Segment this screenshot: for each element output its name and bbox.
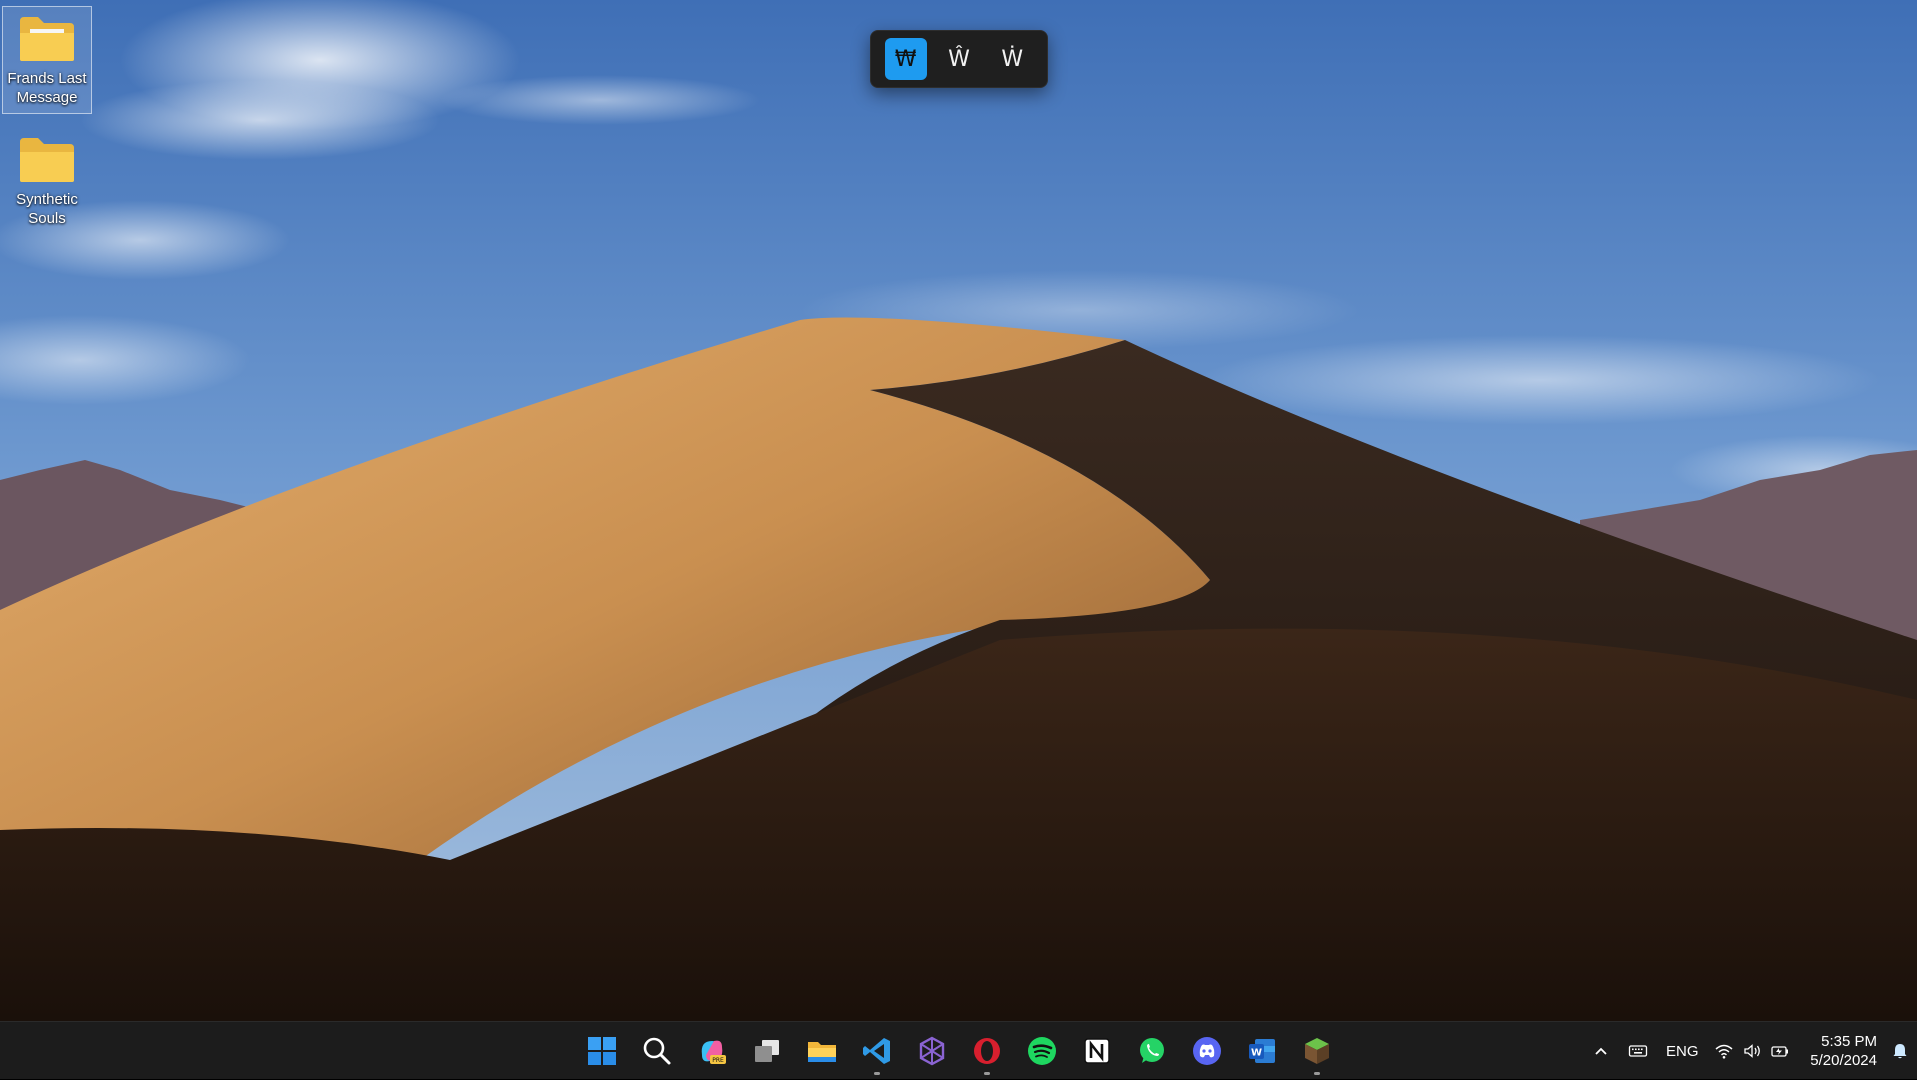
- show-hidden-icons-button[interactable]: [1584, 1031, 1618, 1071]
- obsidian-like-button[interactable]: [910, 1029, 954, 1073]
- input-language-indicator[interactable]: ENG: [1658, 1031, 1706, 1071]
- whatsapp-button[interactable]: [1130, 1029, 1174, 1073]
- clock-time: 5:35 PM: [1821, 1033, 1877, 1050]
- minecraft-button[interactable]: [1295, 1029, 1339, 1075]
- opera-button[interactable]: [965, 1029, 1009, 1075]
- opera-icon: [974, 1038, 1000, 1064]
- file-explorer-icon: [808, 1042, 836, 1062]
- accent-option-w-dot[interactable]: Ẇ: [991, 38, 1033, 80]
- svg-text:W: W: [1251, 1048, 1262, 1059]
- search-button[interactable]: [635, 1029, 679, 1073]
- accent-character-popup: ₩ Ŵ Ẇ: [870, 30, 1048, 88]
- task-view-icon: [755, 1040, 779, 1062]
- minecraft-icon: [1305, 1038, 1329, 1064]
- volume-icon: [1744, 1044, 1761, 1058]
- folder-icon: [20, 138, 74, 182]
- taskbar: PRE W ENG 5:35 PM 5/20/2024: [0, 1021, 1917, 1079]
- notion-button[interactable]: [1075, 1029, 1119, 1073]
- accent-option-w-circumflex[interactable]: Ŵ: [938, 38, 980, 80]
- windows-start-icon: [588, 1037, 616, 1065]
- discord-icon: [1193, 1037, 1221, 1065]
- copilot-pre-icon: PRE: [701, 1040, 726, 1064]
- desktop-folder-synthetic-souls[interactable]: Synthetic Souls: [2, 128, 92, 236]
- battery-charging-icon: [1771, 1046, 1789, 1057]
- copilot-button[interactable]: PRE: [690, 1029, 734, 1073]
- notion-icon: [1084, 1038, 1110, 1064]
- desktop-wallpaper: [0, 0, 1917, 1021]
- desktop-icon-label: Frands Last Message: [7, 70, 87, 106]
- spotify-icon: [1028, 1037, 1056, 1065]
- accent-option-won[interactable]: ₩: [884, 38, 927, 80]
- system-tray: ENG 5:35 PM 5/20/2024: [1584, 1022, 1917, 1080]
- quick-settings-button[interactable]: [1706, 1031, 1798, 1071]
- chevron-up-icon: [1595, 1047, 1607, 1055]
- wifi-icon: [1715, 1044, 1733, 1059]
- keyboard-icon: [1629, 1045, 1648, 1057]
- obsidian-like-icon: [919, 1036, 945, 1066]
- vscode-button[interactable]: [855, 1029, 899, 1075]
- running-indicator: [874, 1072, 880, 1075]
- search-icon: [643, 1037, 671, 1065]
- running-indicator: [984, 1072, 990, 1075]
- desktop-folder-frands-last-message[interactable]: Frands Last Message: [2, 6, 92, 114]
- start-button[interactable]: [580, 1029, 624, 1073]
- spotify-button[interactable]: [1020, 1029, 1064, 1073]
- folder-icon: [20, 17, 74, 61]
- desktop-icon-label: Synthetic Souls: [16, 191, 78, 227]
- discord-button[interactable]: [1185, 1029, 1229, 1073]
- notification-center-button[interactable]: [1883, 1031, 1917, 1071]
- svg-text:PRE: PRE: [712, 1057, 724, 1064]
- word-icon: W: [1249, 1039, 1275, 1063]
- file-explorer-button[interactable]: [800, 1029, 844, 1073]
- vscode-icon: [863, 1038, 890, 1064]
- clock-date: 5/20/2024: [1810, 1052, 1877, 1069]
- whatsapp-icon: [1140, 1038, 1164, 1063]
- task-view-button[interactable]: [745, 1029, 789, 1073]
- taskbar-apps: PRE W: [580, 1022, 1339, 1080]
- word-button[interactable]: W: [1240, 1029, 1284, 1073]
- running-indicator: [1314, 1072, 1320, 1075]
- clock[interactable]: 5:35 PM 5/20/2024: [1798, 1032, 1883, 1070]
- touch-keyboard-button[interactable]: [1618, 1031, 1658, 1071]
- bell-icon: [1893, 1044, 1907, 1059]
